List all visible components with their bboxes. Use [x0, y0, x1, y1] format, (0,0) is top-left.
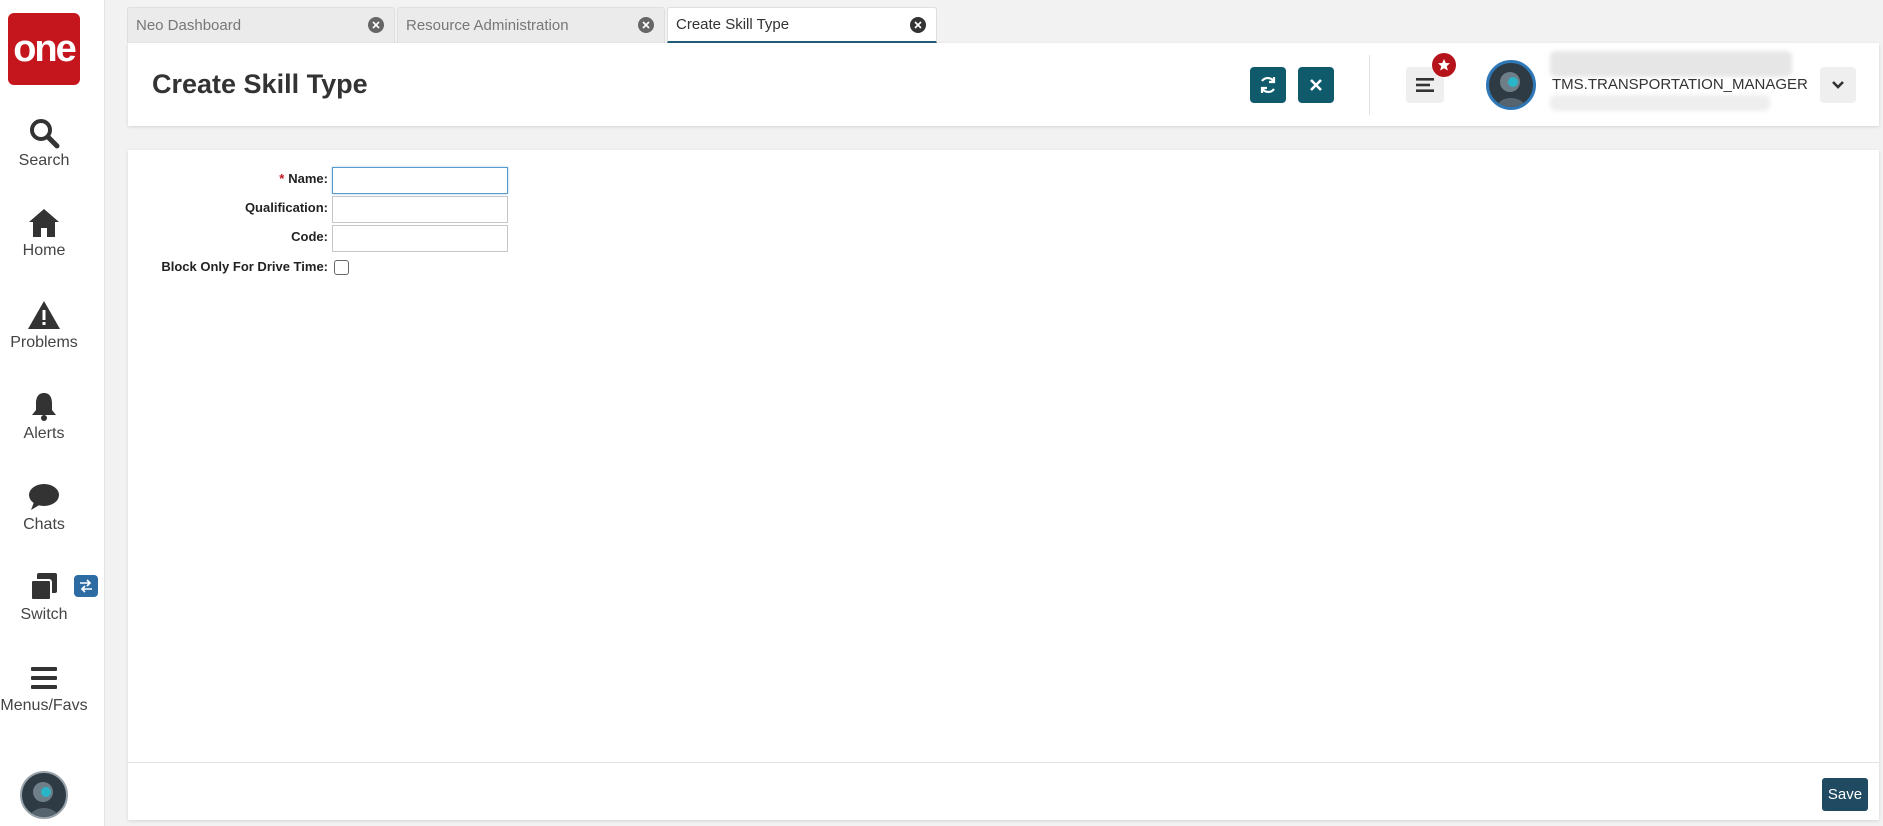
- nav-label-problems: Problems: [10, 334, 78, 351]
- user-dropdown-button[interactable]: [1820, 67, 1856, 103]
- menu-lines-icon: [1416, 78, 1434, 92]
- block-drive-time-label: Block Only For Drive Time:: [161, 259, 328, 274]
- block-drive-time-checkbox[interactable]: [334, 260, 349, 275]
- tab-label: Create Skill Type: [676, 16, 790, 33]
- nav-label-home: Home: [22, 242, 66, 259]
- header-divider: [1369, 55, 1370, 115]
- nav-item-search[interactable]: Search: [0, 116, 88, 170]
- nav-label-alerts: Alerts: [23, 425, 65, 442]
- user-role: TMS.TRANSPORTATION_MANAGER: [1552, 76, 1808, 93]
- left-navigation: one Search Home Problems Alerts Chats Sw…: [0, 0, 105, 826]
- hamburger-icon: [27, 661, 61, 695]
- logo-text: one: [13, 27, 77, 70]
- close-icon[interactable]: [638, 17, 654, 33]
- close-icon[interactable]: [368, 17, 384, 33]
- switch-arrows-icon[interactable]: [74, 575, 98, 597]
- favorites-star-icon[interactable]: [1432, 53, 1456, 77]
- user-avatar[interactable]: [1486, 60, 1536, 110]
- tab-resource-administration[interactable]: Resource Administration: [397, 7, 665, 43]
- warning-icon: [27, 298, 61, 332]
- name-input[interactable]: [332, 167, 508, 194]
- nav-item-chats[interactable]: Chats: [0, 480, 88, 534]
- code-label-wrap: Code:: [128, 229, 328, 245]
- home-icon: [27, 206, 61, 240]
- refresh-icon: [1260, 76, 1276, 94]
- page-header: Create Skill Type TMS.TRANSPORTATION_MAN…: [128, 43, 1879, 126]
- nav-label-search: Search: [18, 152, 70, 169]
- nav-item-home[interactable]: Home: [0, 206, 88, 260]
- code-label: Code:: [291, 229, 328, 244]
- tab-label: Neo Dashboard: [136, 17, 242, 34]
- search-icon: [27, 116, 61, 150]
- tab-create-skill-type[interactable]: Create Skill Type: [667, 7, 937, 43]
- code-input[interactable]: [332, 225, 508, 252]
- tab-neo-dashboard[interactable]: Neo Dashboard: [127, 7, 395, 43]
- required-mark: *: [279, 171, 285, 186]
- qualification-input[interactable]: [332, 196, 508, 223]
- chat-icon: [27, 480, 61, 514]
- tab-strip: Neo Dashboard Resource Administration Cr…: [127, 7, 939, 43]
- qualification-label-wrap: Qualification:: [128, 200, 328, 216]
- nav-label-switch: Switch: [20, 606, 68, 623]
- save-button[interactable]: Save: [1822, 778, 1868, 811]
- form-panel: * Name: Qualification: Code: Block Only F…: [128, 150, 1879, 820]
- footer-divider: [128, 762, 1879, 763]
- nav-label-menus-favs: Menus/Favs: [0, 697, 88, 714]
- qualification-label: Qualification:: [244, 200, 328, 215]
- name-label-wrap: * Name:: [128, 171, 328, 187]
- close-page-button[interactable]: [1298, 67, 1334, 103]
- nav-label-chats: Chats: [23, 516, 65, 533]
- one-logo[interactable]: one: [8, 13, 80, 85]
- avatar[interactable]: [20, 771, 68, 819]
- refresh-button[interactable]: [1250, 67, 1286, 103]
- tab-label: Resource Administration: [406, 17, 569, 34]
- chevron-down-icon: [1832, 81, 1844, 89]
- nav-item-menus-favs[interactable]: Menus/Favs: [0, 661, 88, 715]
- close-icon[interactable]: [910, 17, 926, 33]
- switch-icon: [27, 570, 61, 604]
- close-icon: [1310, 79, 1322, 91]
- bell-icon: [27, 389, 61, 423]
- name-label-text: Name:: [288, 171, 328, 186]
- name-label: * Name:: [279, 171, 328, 186]
- nav-item-alerts[interactable]: Alerts: [0, 389, 88, 443]
- nav-item-problems[interactable]: Problems: [0, 298, 88, 352]
- user-name-redacted: [1550, 51, 1792, 77]
- page-title: Create Skill Type: [152, 69, 368, 99]
- user-org-redacted: [1550, 95, 1770, 111]
- block-label-wrap: Block Only For Drive Time:: [128, 259, 328, 275]
